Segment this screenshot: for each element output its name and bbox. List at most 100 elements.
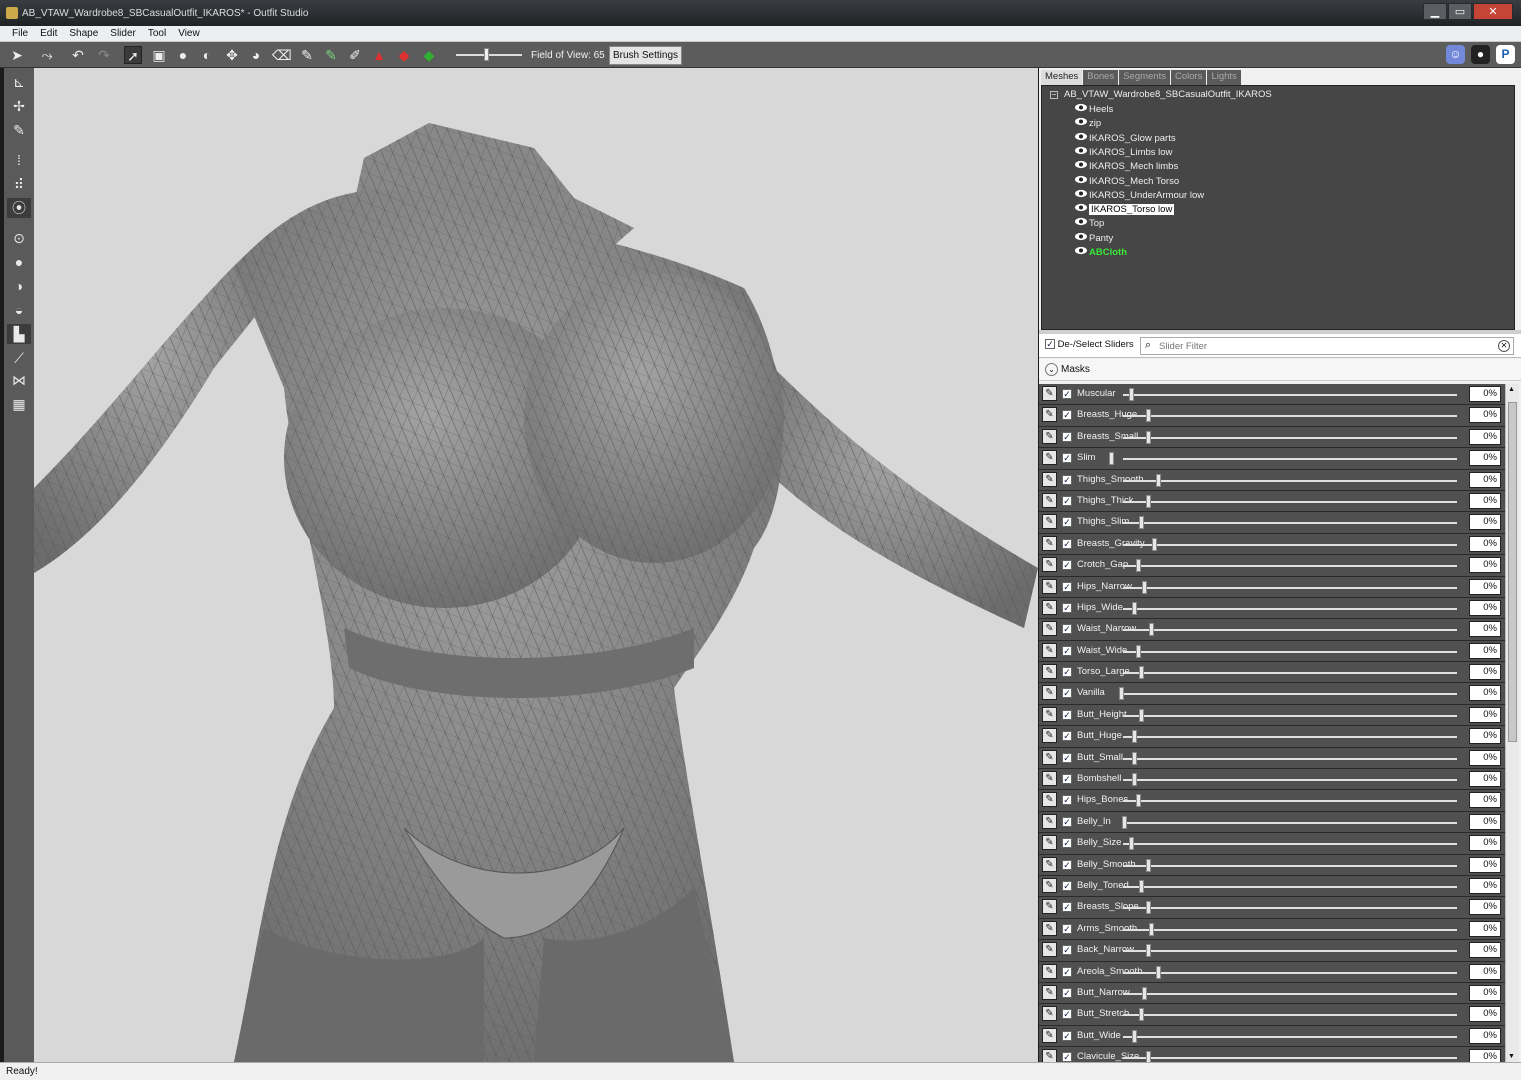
color-icon[interactable]: ✐ — [346, 46, 364, 64]
slider-thumb[interactable] — [1145, 1051, 1151, 1062]
slider-thumb[interactable] — [1132, 730, 1138, 744]
edit-slider-icon[interactable]: ✎ — [1042, 877, 1057, 893]
slider-thumb[interactable] — [1132, 1029, 1138, 1043]
edit-slider-icon[interactable]: ✎ — [1042, 621, 1057, 637]
slider-thumb[interactable] — [1145, 901, 1151, 915]
menu-slider[interactable]: Slider — [104, 26, 142, 41]
slider-track[interactable] — [1123, 672, 1457, 675]
masks-header[interactable]: ⌄ Masks — [1039, 359, 1521, 381]
slider-track[interactable] — [1123, 607, 1457, 610]
slider-track[interactable] — [1123, 971, 1457, 974]
slider-track[interactable] — [1123, 500, 1457, 503]
edit-slider-icon[interactable]: ✎ — [1042, 450, 1057, 466]
slider-track[interactable] — [1123, 714, 1457, 717]
slider-checkbox[interactable]: ✓ — [1062, 795, 1072, 806]
tree-root[interactable]: − AB_VTAW_Wardrobe8_SBCasualOutfit_IKAROS — [1050, 89, 1272, 100]
slider-thumb[interactable] — [1122, 815, 1128, 829]
tab-colors[interactable]: Colors — [1170, 70, 1207, 85]
scroll-down-icon[interactable]: ▼ — [1508, 1053, 1515, 1060]
menu-file[interactable]: File — [6, 26, 34, 41]
slider-track[interactable] — [1123, 821, 1457, 824]
slider-checkbox[interactable]: ✓ — [1062, 538, 1072, 549]
viewport-3d[interactable] — [34, 68, 1038, 1062]
edit-slider-icon[interactable]: ✎ — [1042, 942, 1057, 958]
menu-shape[interactable]: Shape — [63, 26, 104, 41]
slider-value[interactable]: 0% — [1469, 386, 1501, 402]
discord-icon[interactable]: ☺ — [1446, 45, 1465, 64]
slider-thumb[interactable] — [1132, 773, 1138, 787]
deflate-icon[interactable]: ◐ — [198, 46, 216, 64]
slider-value[interactable]: 0% — [1469, 685, 1501, 702]
slider-track[interactable] — [1123, 736, 1457, 739]
slider-value[interactable]: 0% — [1469, 1006, 1501, 1023]
dot-small-icon[interactable]: ⊙ — [7, 228, 31, 248]
slider-thumb[interactable] — [1139, 666, 1145, 680]
slider-track[interactable] — [1123, 1014, 1457, 1017]
slider-value[interactable]: 0% — [1469, 535, 1501, 552]
slider-thumb[interactable] — [1142, 986, 1148, 1000]
sphere-icon[interactable]: ● — [7, 252, 31, 272]
slider-track[interactable] — [1123, 992, 1457, 995]
slider-thumb[interactable] — [1108, 452, 1114, 466]
slider-checkbox[interactable]: ✓ — [1062, 859, 1072, 870]
diamond-red-icon[interactable]: ◆ — [395, 46, 413, 64]
slider-checkbox[interactable]: ✓ — [1062, 774, 1072, 785]
edit-slider-icon[interactable]: ✎ — [1042, 792, 1057, 808]
slider-checkbox[interactable]: ✓ — [1062, 474, 1072, 485]
edit-slider-icon[interactable]: ✎ — [1042, 492, 1057, 508]
edit-slider-icon[interactable]: ✎ — [1042, 856, 1057, 872]
slider-thumb[interactable] — [1149, 623, 1155, 637]
collapse-icon[interactable]: − — [1050, 91, 1058, 99]
cube-icon[interactable]: ▙ — [7, 324, 31, 344]
slider-filter-input[interactable] — [1159, 339, 1489, 353]
slider-value[interactable]: 0% — [1469, 642, 1501, 659]
fov-slider-thumb[interactable] — [484, 48, 489, 61]
slider-track[interactable] — [1123, 629, 1457, 632]
slider-value[interactable]: 0% — [1469, 771, 1501, 788]
slider-checkbox[interactable]: ✓ — [1062, 987, 1072, 998]
edit-slider-icon[interactable]: ✎ — [1042, 835, 1057, 851]
slider-value[interactable]: 0% — [1469, 728, 1501, 745]
slider-track[interactable] — [1123, 458, 1457, 461]
slider-track[interactable] — [1123, 565, 1457, 568]
mesh-item[interactable]: IKAROS_Glow parts — [1074, 132, 1176, 146]
mesh-item[interactable]: IKAROS_Mech limbs — [1074, 160, 1178, 174]
sphere-dark-icon[interactable]: ◒ — [7, 300, 31, 320]
slider-checkbox[interactable]: ✓ — [1062, 966, 1072, 977]
edit-slider-icon[interactable]: ✎ — [1042, 1027, 1057, 1043]
bone-pose-icon[interactable]: ⋈ — [7, 370, 31, 390]
slider-checkbox[interactable]: ✓ — [1062, 645, 1072, 656]
mesh-item[interactable]: IKAROS_Torso low — [1074, 203, 1175, 217]
eye-icon[interactable] — [1074, 217, 1088, 226]
move-icon[interactable]: ✥ — [223, 46, 241, 64]
slider-thumb[interactable] — [1132, 751, 1138, 765]
edit-slider-icon[interactable]: ✎ — [1042, 664, 1057, 680]
slider-value[interactable]: 0% — [1469, 664, 1501, 681]
edit-slider-icon[interactable]: ✎ — [1042, 1049, 1057, 1062]
slider-value[interactable]: 0% — [1469, 621, 1501, 638]
slider-value[interactable]: 0% — [1469, 492, 1501, 509]
eraser-icon[interactable]: ⌫ — [272, 46, 292, 64]
slider-value[interactable]: 0% — [1469, 471, 1501, 488]
smooth-icon[interactable]: ◕ — [247, 46, 265, 64]
brush-select-icon[interactable]: ➚ — [124, 46, 142, 64]
slider-track[interactable] — [1123, 800, 1457, 803]
tab-bones[interactable]: Bones — [1083, 70, 1119, 85]
eye-icon[interactable] — [1074, 146, 1088, 155]
slider-value[interactable]: 0% — [1469, 813, 1501, 830]
fov-slider[interactable] — [456, 48, 522, 61]
slider-value[interactable]: 0% — [1469, 749, 1501, 766]
slider-track[interactable] — [1123, 436, 1457, 439]
github-icon[interactable]: ● — [1471, 45, 1490, 64]
slider-thumb[interactable] — [1145, 409, 1151, 423]
slider-thumb[interactable] — [1135, 559, 1141, 573]
slider-track[interactable] — [1123, 586, 1457, 589]
slider-value[interactable]: 0% — [1469, 856, 1501, 873]
edit-slider-icon[interactable]: ✎ — [1042, 706, 1057, 722]
slider-thumb[interactable] — [1118, 687, 1124, 701]
mesh-item[interactable]: IKAROS_UnderArmour low — [1074, 189, 1204, 203]
edit-slider-icon[interactable]: ✎ — [1042, 471, 1057, 487]
eye-icon[interactable] — [1074, 189, 1088, 198]
slider-track[interactable] — [1123, 757, 1457, 760]
edit-slider-icon[interactable]: ✎ — [1042, 813, 1057, 829]
